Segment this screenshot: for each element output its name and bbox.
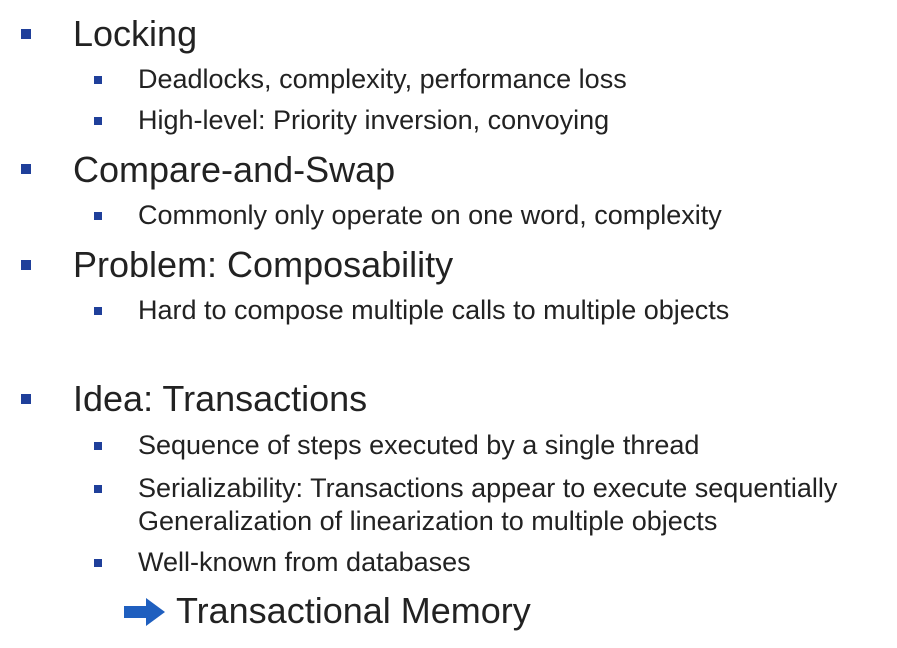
right-arrow-icon	[124, 598, 165, 626]
sub-bullet-icon	[94, 307, 102, 315]
sub-bullet-icon	[94, 559, 102, 567]
bullet-icon	[21, 164, 31, 174]
heading-compare-and-swap: Compare-and-Swap	[73, 149, 396, 190]
sub-bullet-icon	[94, 442, 102, 450]
item-serializability: Serializability: Transactions appear to …	[138, 473, 838, 503]
bullet-icon	[21, 29, 31, 39]
bullet-icon	[21, 260, 31, 270]
heading-transactions: Idea: Transactions	[73, 378, 368, 419]
item-sequence: Sequence of steps executed by a single t…	[138, 430, 700, 460]
item-hard-to-compose: Hard to compose multiple calls to multip…	[138, 295, 730, 325]
conclusion-text: Transactional Memory	[176, 590, 531, 631]
item-generalization: Generalization of linearization to multi…	[138, 506, 718, 536]
bullet-icon	[21, 394, 31, 404]
sub-bullet-icon	[94, 117, 102, 125]
sub-bullet-icon	[94, 485, 102, 493]
item-deadlocks: Deadlocks, complexity, performance loss	[138, 64, 627, 94]
sub-bullet-icon	[94, 76, 102, 84]
heading-locking: Locking	[73, 13, 198, 54]
item-databases: Well-known from databases	[138, 547, 471, 577]
heading-composability: Problem: Composability	[73, 244, 454, 285]
item-one-word: Commonly only operate on one word, compl…	[138, 200, 722, 230]
sub-bullet-icon	[94, 212, 102, 220]
slide: Locking Deadlocks, complexity, performan…	[0, 0, 897, 648]
item-high-level: High-level: Priority inversion, convoyin…	[138, 105, 610, 135]
